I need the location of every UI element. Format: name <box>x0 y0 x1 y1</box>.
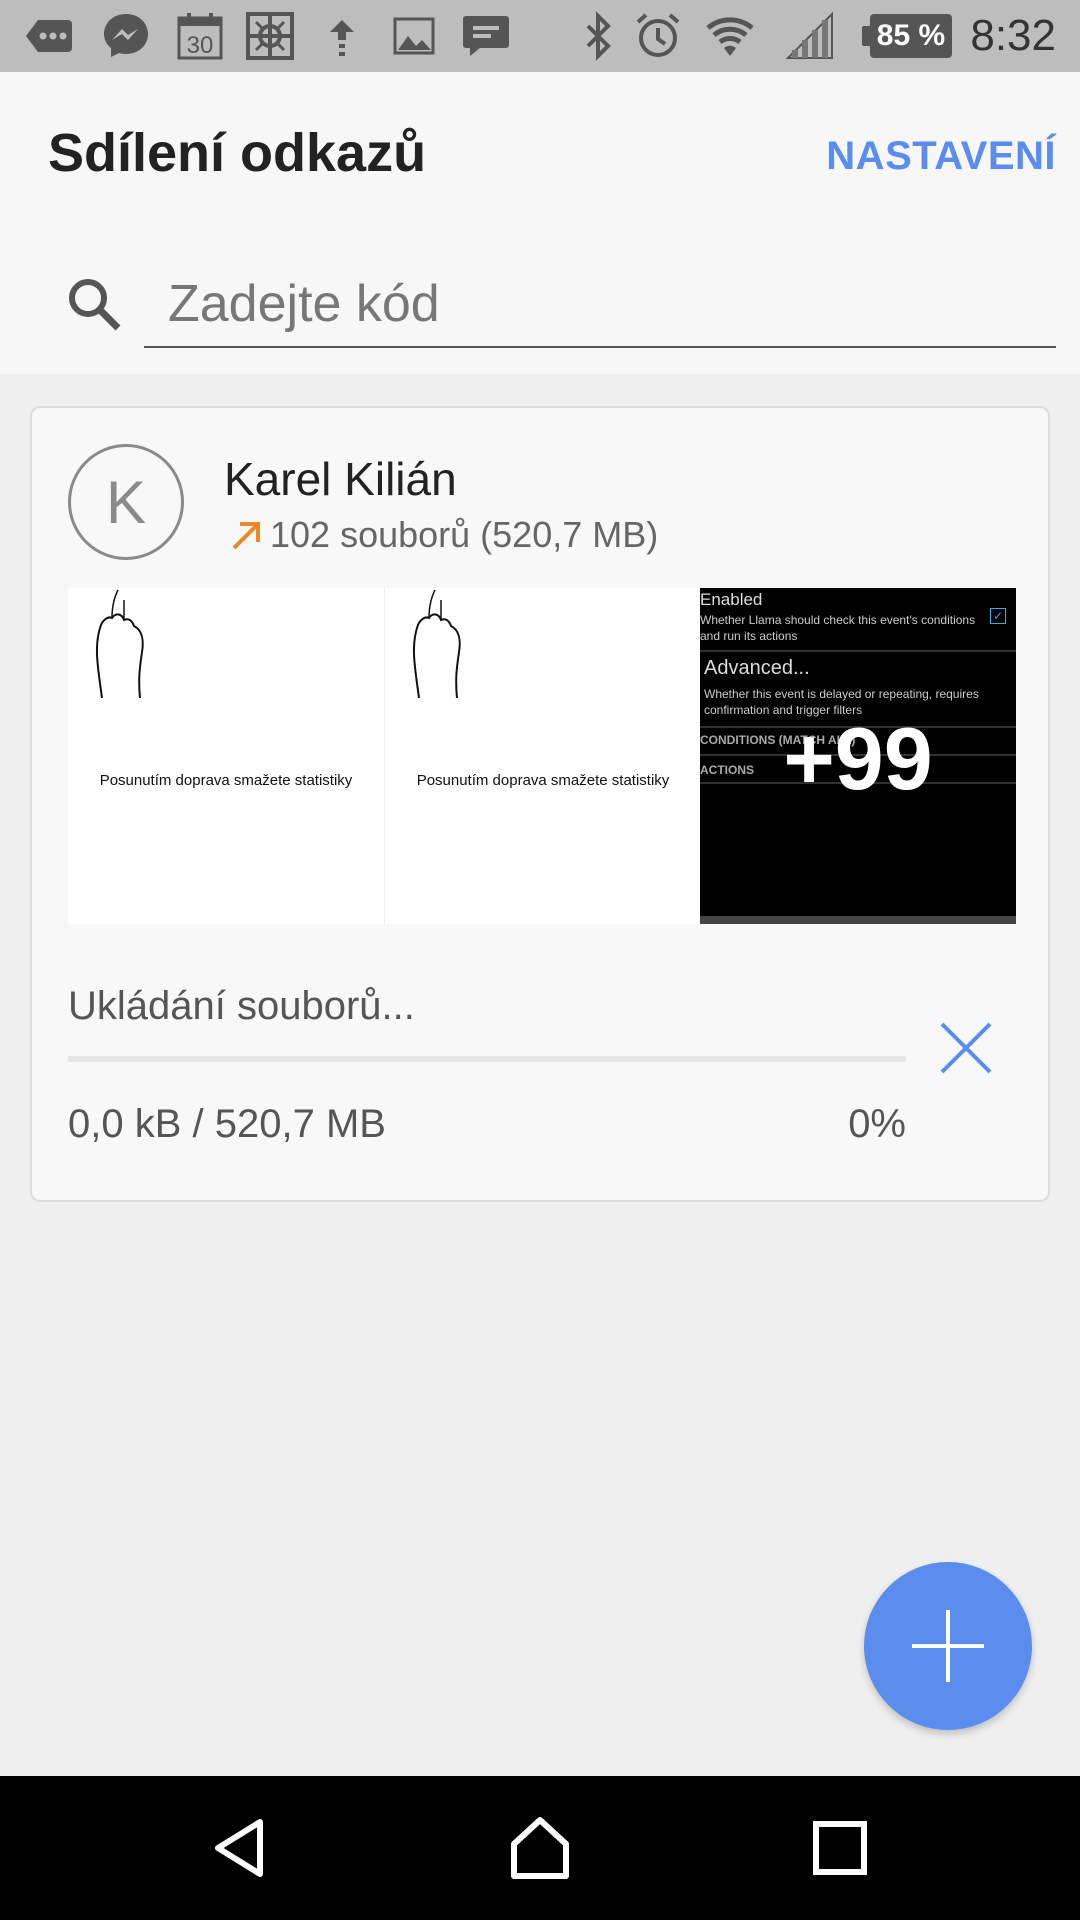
back-icon[interactable] <box>208 1816 272 1880</box>
wifi-icon <box>706 17 754 56</box>
calendar-day: 30 <box>187 32 214 59</box>
status-time: 8:32 <box>970 11 1056 60</box>
transfer-status: Ukládání souborů... <box>68 984 415 1028</box>
thumbnail[interactable]: Posunutím doprava smažete statistiky <box>68 588 384 924</box>
page-title: Sdílení odkazů <box>48 123 427 183</box>
thumbnail-caption: Posunutím doprava smažete statistiky <box>416 772 670 789</box>
battery-indicator: 85 % <box>862 14 952 58</box>
recents-icon[interactable] <box>808 1816 872 1880</box>
sender-name: Karel Kilián <box>224 453 457 505</box>
code-search-input[interactable] <box>144 262 1056 348</box>
thumbnail[interactable]: Posunutím doprava smažete statistiky <box>384 588 701 924</box>
close-icon[interactable] <box>938 1020 994 1076</box>
avatar: K <box>68 444 184 560</box>
progress-bar <box>68 1056 906 1062</box>
messenger-icon <box>104 14 148 57</box>
settings-button[interactable]: NASTAVENÍ <box>826 134 1056 179</box>
more-count: +99 <box>783 709 933 808</box>
add-button[interactable] <box>864 1562 1032 1730</box>
header: Sdílení odkazů NASTAVENÍ <box>0 72 1080 374</box>
plus-icon <box>912 1610 984 1682</box>
thumbnail-text: Advanced... <box>704 657 810 679</box>
navigation-bar <box>0 1776 1080 1920</box>
sent-arrow-icon <box>232 522 260 550</box>
files-info: 102 souborů (520,7 MB) <box>270 514 659 555</box>
bluetooth-icon <box>586 11 611 61</box>
home-icon[interactable] <box>508 1816 572 1880</box>
more-notifications-icon <box>26 20 72 52</box>
image-icon <box>393 17 435 55</box>
divider <box>700 650 1016 652</box>
thumbnail-strip[interactable]: Posunutím doprava smažete statistiky Pos… <box>68 588 1016 924</box>
geocaching-icon <box>246 12 294 60</box>
status-bar: 30 85 % 8:32 <box>0 0 1080 72</box>
upload-icon <box>330 20 354 56</box>
thumbnail-text: Enabled <box>700 590 763 609</box>
search-icon <box>69 279 121 331</box>
hand-gesture-icon <box>412 589 461 698</box>
transfer-card[interactable]: K Karel Kilián 102 souborů (520,7 MB) Po… <box>30 406 1050 1202</box>
transfer-size: 0,0 kB / 520,7 MB <box>68 1102 386 1146</box>
calendar-icon: 30 <box>177 13 223 60</box>
message-icon <box>463 16 509 56</box>
thumbnail-more[interactable]: Enabled ✓ Whether Llama should check thi… <box>700 588 1016 924</box>
signal-icon <box>785 11 833 59</box>
thumbnail-caption: Posunutím doprava smažete statistiky <box>99 772 353 789</box>
hand-gesture-icon <box>95 589 144 698</box>
alarm-icon <box>636 13 680 57</box>
divider <box>700 916 1016 924</box>
transfer-percent: 0% <box>848 1102 906 1146</box>
thumbnail-text: Whether Llama should check this event's … <box>700 613 976 643</box>
